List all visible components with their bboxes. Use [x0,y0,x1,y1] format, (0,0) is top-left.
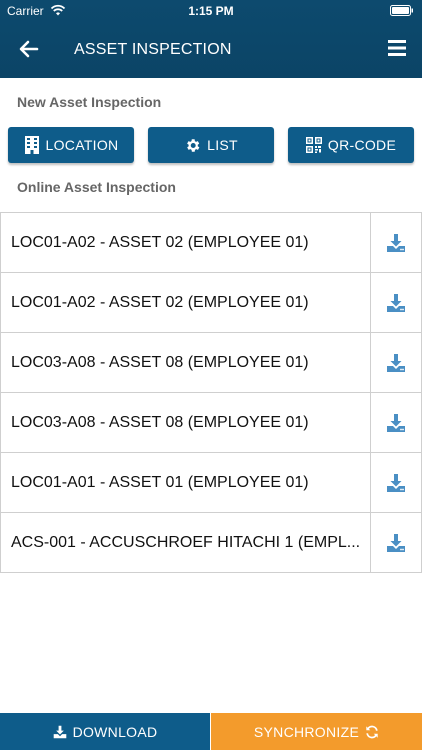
nav-bar: ASSET INSPECTION [0,22,422,78]
download-button[interactable]: DOWNLOAD [0,713,210,750]
synchronize-button-label: SYNCHRONIZE [253,723,360,740]
refresh-icon [366,725,378,738]
download-tray-icon[interactable] [370,393,421,452]
arrow-left-icon[interactable] [16,36,42,62]
download-icon [53,725,66,738]
list-item: LOC01-A02 - ASSET 02 (EMPLOYEE 01) [0,273,422,333]
status-bar: Carrier 1:15 PM [0,0,422,22]
download-tray-icon[interactable] [370,213,421,272]
location-button[interactable]: LOCATION [8,127,134,163]
qrcode-button-label: QR-CODE [327,137,397,153]
qrcode-icon [305,137,322,153]
list-item: LOC03-A08 - ASSET 08 (EMPLOYEE 01) [0,333,422,393]
download-tray-icon[interactable] [370,453,421,512]
synchronize-button[interactable]: SYNCHRONIZE [211,713,422,750]
status-time: 1:15 PM [188,4,234,18]
bottom-action-bar: DOWNLOAD SYNCHRONIZE [0,713,422,750]
list-item: LOC01-A02 - ASSET 02 (EMPLOYEE 01) [0,213,422,273]
asset-item-label[interactable]: LOC03-A08 - ASSET 08 (EMPLOYEE 01) [11,393,361,452]
page-title: ASSET INSPECTION [74,41,232,58]
asset-item-label[interactable]: ACS-001 - ACCUSCHROEF HITACHI 1 (EMPL... [11,513,361,572]
download-tray-icon[interactable] [370,333,421,392]
hamburger-menu-icon[interactable] [388,39,406,57]
new-inspection-heading: New Asset Inspection [17,94,162,110]
battery-icon [390,5,413,16]
qrcode-button[interactable]: QR-CODE [288,127,414,163]
download-tray-icon[interactable] [370,513,421,572]
asset-item-label[interactable]: LOC01-A01 - ASSET 01 (EMPLOYEE 01) [11,453,361,512]
building-icon [24,136,39,154]
location-button-label: LOCATION [45,137,119,153]
app-header: Carrier 1:15 PM ASSET INSPECTION [0,0,422,78]
list-item: LOC03-A08 - ASSET 08 (EMPLOYEE 01) [0,393,422,453]
asset-item-label[interactable]: LOC01-A02 - ASSET 02 (EMPLOYEE 01) [11,273,361,332]
list-item: ACS-001 - ACCUSCHROEF HITACHI 1 (EMPL... [0,513,422,573]
online-inspection-heading: Online Asset Inspection [17,179,176,195]
gear-icon [187,138,200,152]
list-item: LOC01-A01 - ASSET 01 (EMPLOYEE 01) [0,453,422,513]
download-tray-icon[interactable] [370,273,421,332]
list-button-label: LIST [207,137,238,153]
asset-item-label[interactable]: LOC01-A02 - ASSET 02 (EMPLOYEE 01) [11,213,361,272]
online-asset-list: LOC01-A02 - ASSET 02 (EMPLOYEE 01) LOC01… [0,212,422,573]
asset-item-label[interactable]: LOC03-A08 - ASSET 08 (EMPLOYEE 01) [11,333,361,392]
download-button-label: DOWNLOAD [72,723,158,740]
list-button[interactable]: LIST [148,127,274,163]
